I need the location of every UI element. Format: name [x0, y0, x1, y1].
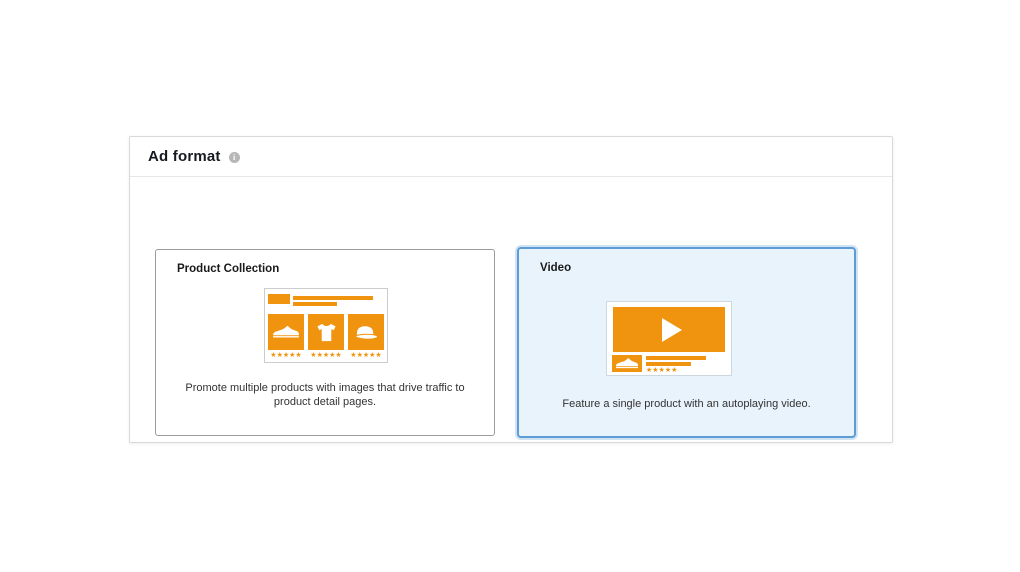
cap-icon — [354, 323, 379, 341]
video-illustration: ★★★★★ — [606, 301, 732, 376]
sneaker-icon — [615, 356, 639, 371]
info-icon[interactable]: i — [229, 152, 240, 163]
product-tile-sneaker — [268, 314, 304, 350]
sneaker-icon — [272, 323, 300, 341]
video-screen — [613, 307, 725, 352]
star-rating: ★★★★★ — [646, 367, 677, 374]
product-collection-illustration: ★★★★★ ★★★★★ ★★★★★ — [264, 288, 388, 363]
product-thumb-sneaker — [612, 355, 642, 372]
star-rating: ★★★★★ — [308, 352, 344, 360]
ad-format-panel: Ad format i Product Collection — [129, 136, 893, 443]
card-description-video: Feature a single product with an autopla… — [543, 397, 830, 411]
play-icon — [662, 318, 682, 342]
panel-body: Product Collection — [130, 178, 892, 442]
brand-logo-block — [268, 294, 290, 304]
info-glyph: i — [233, 153, 235, 162]
card-title-product-collection: Product Collection — [177, 263, 279, 275]
ad-format-card-product-collection[interactable]: Product Collection — [155, 249, 495, 436]
panel-title: Ad format — [148, 148, 221, 165]
star-rating: ★★★★★ — [268, 352, 304, 360]
tshirt-icon — [315, 321, 338, 344]
text-bar-long — [646, 356, 706, 360]
headline-bar-long — [293, 296, 373, 300]
text-bar-short — [646, 362, 691, 366]
ad-format-card-video[interactable]: Video ★★★★★ Feature a single product wit… — [517, 247, 856, 438]
card-description-product-collection: Promote multiple products with images th… — [180, 381, 470, 409]
product-tile-cap — [348, 314, 384, 350]
product-tile-tshirt — [308, 314, 344, 350]
panel-header: Ad format i — [130, 137, 892, 177]
card-title-video: Video — [540, 262, 571, 274]
star-rating: ★★★★★ — [348, 352, 384, 360]
headline-bar-short — [293, 302, 337, 306]
